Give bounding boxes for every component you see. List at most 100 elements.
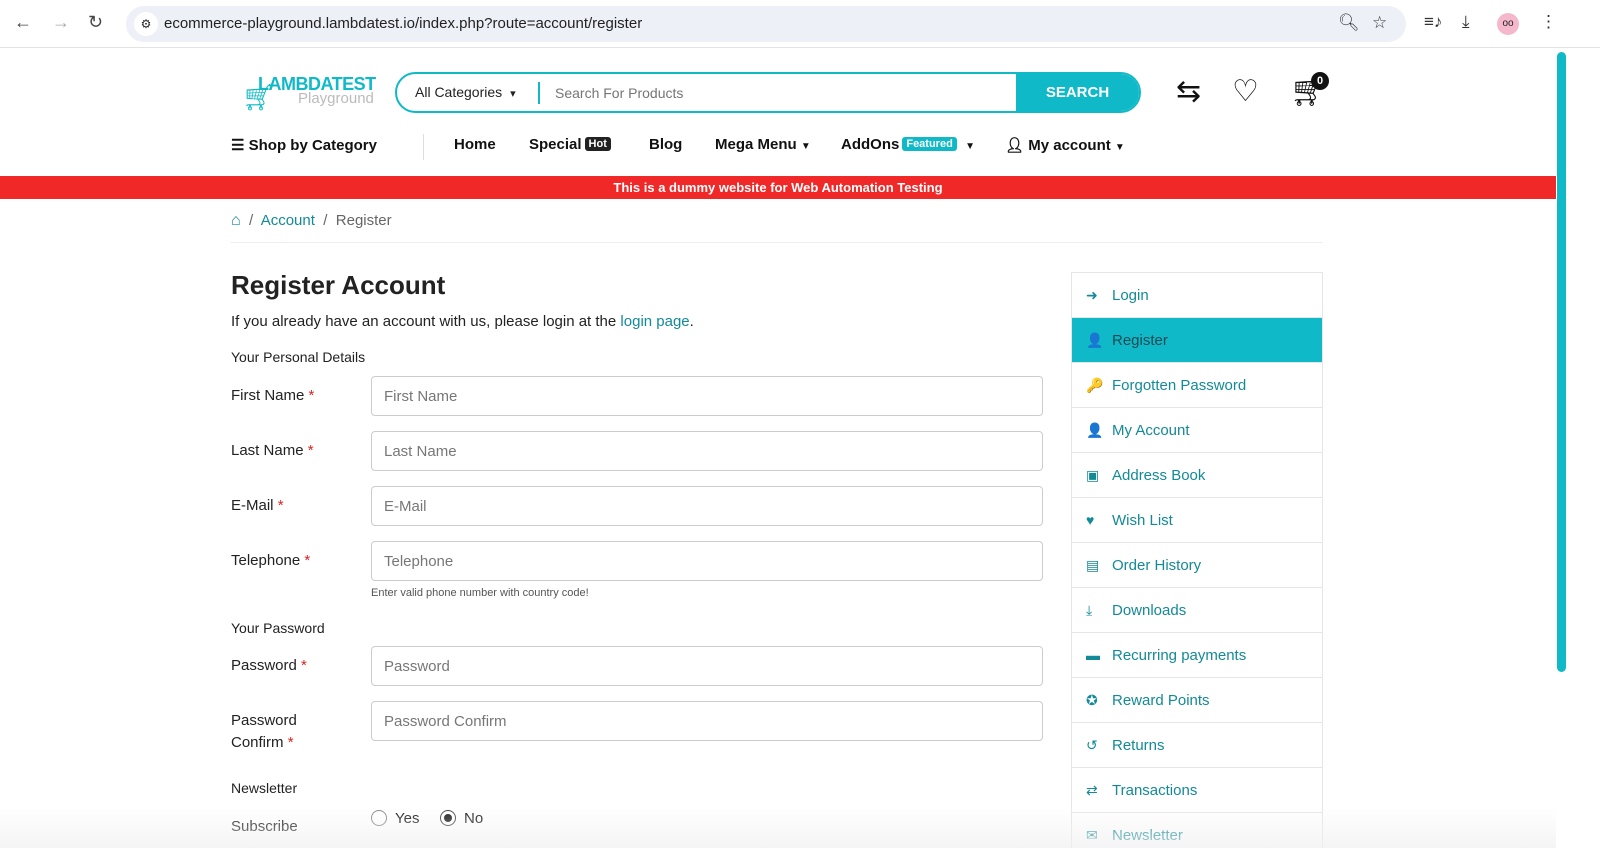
sidebar-item-returns[interactable]: ↺ Returns (1072, 723, 1322, 768)
login-page-link[interactable]: login page (620, 313, 689, 330)
intro-label: If you already have an account with us, … (231, 313, 621, 330)
forward-icon[interactable]: → (52, 12, 70, 33)
nav-home[interactable]: Home (454, 136, 496, 153)
transactions-icon: ⇄ (1086, 782, 1098, 798)
personal-details-heading: Your Personal Details (231, 349, 366, 365)
download-icon[interactable]: ⤓ (1462, 12, 1470, 32)
divider (538, 82, 540, 104)
profile-avatar[interactable]: oo (1497, 13, 1519, 35)
breadcrumb-account[interactable]: Account (261, 212, 315, 229)
address-bar[interactable]: ⚙ ecommerce-playground.lambdatest.io/ind… (126, 6, 1406, 42)
nav-mega-menu[interactable]: Mega Menu ▼ (715, 136, 811, 153)
featured-badge: Featured (902, 137, 957, 151)
first-name-field[interactable] (371, 376, 1043, 416)
scrollbar-thumb[interactable] (1557, 52, 1566, 672)
nav-blog[interactable]: Blog (649, 136, 682, 153)
password-confirm-label: Password Confirm * (231, 712, 297, 751)
login-icon: ➜ (1086, 287, 1098, 303)
reload-icon[interactable]: ↻ (88, 12, 103, 33)
intro-end: . (689, 313, 694, 330)
password-label: Password * (231, 657, 307, 674)
site-info-icon[interactable]: ⚙ (134, 12, 158, 36)
telephone-field[interactable] (371, 541, 1043, 581)
sidebar-item-label: Transactions (1112, 782, 1198, 799)
telephone-help: Enter valid phone number with country co… (371, 587, 589, 599)
logo[interactable]: 🛒︎ LAMBDATEST Playground (240, 74, 376, 114)
sidebar-item-label: Returns (1112, 737, 1165, 754)
sidebar-item-label: My Account (1112, 422, 1190, 439)
sidebar-item-login[interactable]: ➜ Login (1072, 273, 1322, 318)
telephone-label: Telephone * (231, 552, 311, 569)
sidebar-item-transactions[interactable]: ⇄ Transactions (1072, 768, 1322, 813)
sidebar-item-label: Reward Points (1112, 692, 1210, 709)
sidebar-item-my-account[interactable]: 👤 My Account (1072, 408, 1322, 453)
sidebar-item-newsletter[interactable]: ✉ Newsletter (1072, 813, 1322, 848)
sidebar-item-label: Login (1112, 287, 1149, 304)
sidebar-item-downloads[interactable]: ⤓ Downloads (1072, 588, 1322, 633)
downloads-icon: ⤓ (1086, 602, 1093, 618)
category-select[interactable]: All Categories ▾ (415, 84, 516, 100)
browser-toolbar: ← → ↻ ⚙ ecommerce-playground.lambdatest.… (0, 0, 1600, 48)
shop-by-category-label: Shop by Category (248, 137, 377, 154)
media-icon[interactable]: ≡♪ (1424, 12, 1442, 32)
home-icon[interactable]: ⌂ (231, 212, 241, 229)
star-icon[interactable]: ☆ (1372, 13, 1387, 33)
sidebar-item-register[interactable]: 👤 Register (1072, 318, 1322, 363)
breadcrumb-current: Register (335, 212, 392, 229)
url-text[interactable]: ecommerce-playground.lambdatest.io/index… (164, 15, 642, 32)
back-icon[interactable]: ← (14, 12, 32, 33)
password-heading: Your Password (231, 620, 325, 636)
wishlist-heart-icon[interactable]: ♡ (1232, 74, 1259, 109)
newsletter-icon: ✉ (1086, 827, 1098, 843)
menu-icon[interactable]: ⋮ (1540, 12, 1557, 32)
sidebar-item-label: Address Book (1112, 467, 1206, 484)
scrollbar[interactable] (1556, 48, 1568, 848)
sidebar-item-label: Forgotten Password (1112, 377, 1247, 394)
sidebar-item-order-history[interactable]: ▤ Order History (1072, 543, 1322, 588)
subscribe-yes-radio[interactable]: Yes (371, 810, 419, 827)
zoom-icon[interactable]: 🔍︎ (1338, 13, 1360, 33)
returns-icon: ↺ (1086, 737, 1098, 753)
nav-addons-label: AddOns (841, 136, 900, 153)
nav-my-account[interactable]: 👤︎ My account ▼ (1005, 136, 1125, 154)
sidebar-item-label: Wish List (1112, 512, 1173, 529)
nav-addons[interactable]: AddOns Featured ▼ (841, 136, 975, 153)
compare-icon[interactable]: ⇆ (1176, 74, 1201, 109)
hot-badge: Hot (584, 137, 611, 151)
search-bar: All Categories ▾ SEARCH (395, 72, 1141, 113)
password-field[interactable] (371, 646, 1043, 686)
sidebar-item-address-book[interactable]: ▣ Address Book (1072, 453, 1322, 498)
nav-special[interactable]: Special Hot (529, 136, 611, 153)
account-sidebar: ➜ Login 👤 Register 🔑 Forgotten Password 👤 My Ac… (1071, 272, 1323, 848)
search-input[interactable] (555, 74, 1015, 111)
divider (231, 242, 1323, 243)
user-icon: 👤︎ (1005, 137, 1025, 154)
sidebar-item-label: Newsletter (1112, 827, 1183, 844)
password-confirm-field[interactable] (371, 701, 1043, 741)
sidebar-item-label: Register (1112, 332, 1168, 349)
cart-count-badge: 0 (1311, 72, 1329, 90)
subscribe-no-radio[interactable]: No (440, 810, 483, 827)
sidebar-item-wish-list[interactable]: ♥ Wish List (1072, 498, 1322, 543)
sidebar-item-forgotten-password[interactable]: 🔑 Forgotten Password (1072, 363, 1322, 408)
page-title: Register Account (231, 270, 446, 300)
dummy-site-banner: This is a dummy website for Web Automati… (0, 176, 1556, 199)
sidebar-item-recurring-payments[interactable]: ▬ Recurring payments (1072, 633, 1322, 678)
nav-mega-label: Mega Menu (715, 136, 797, 153)
email-field[interactable] (371, 486, 1043, 526)
search-button[interactable]: SEARCH (1016, 74, 1139, 111)
shop-by-category[interactable]: ☰ Shop by Category (231, 136, 377, 154)
sidebar-item-label: Order History (1112, 557, 1202, 574)
my-account-icon: 👤 (1086, 422, 1104, 438)
address-book-icon: ▣ (1086, 467, 1100, 483)
breadcrumb-sep: / (249, 212, 254, 229)
reward-points-icon: ✪ (1086, 692, 1098, 708)
subscribe-label: Subscribe (231, 818, 298, 835)
caret-down-icon: ▼ (1114, 142, 1125, 153)
last-name-field[interactable] (371, 431, 1043, 471)
sidebar-item-reward-points[interactable]: ✪ Reward Points (1072, 678, 1322, 723)
breadcrumb-sep: / (323, 212, 328, 229)
caret-down-icon: ▼ (800, 141, 811, 152)
caret-down-icon: ▼ (965, 141, 976, 152)
first-name-label: First Name * (231, 387, 315, 404)
